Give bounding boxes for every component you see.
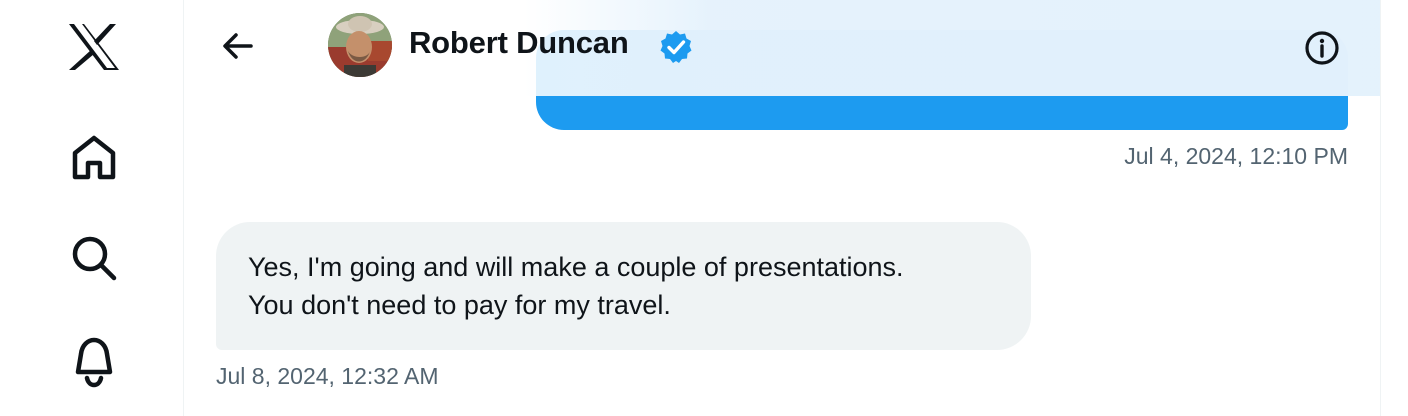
x-logo-icon[interactable] [62,15,126,79]
outgoing-message-timestamp: Jul 4, 2024, 12:10 PM [1124,143,1348,169]
message-text-line: Yes, I'm going and will make a couple of… [248,252,904,282]
notifications-bell-icon[interactable] [62,330,126,394]
conversation-header: Robert Duncan [184,0,1380,96]
back-arrow-icon [223,33,253,59]
column-divider [1380,0,1381,416]
back-button[interactable] [214,18,262,74]
incoming-message-bubble[interactable]: Yes, I'm going and will make a couple of… [216,222,1031,350]
home-icon[interactable] [62,125,126,189]
info-icon [1305,31,1339,65]
dm-app: Jul 4, 2024, 12:10 PM Yes, I'm going and… [0,0,1408,416]
conversation-info-button[interactable] [1302,28,1342,68]
incoming-message-timestamp: Jul 8, 2024, 12:32 AM [216,363,439,389]
contact-name[interactable]: Robert Duncan [409,25,629,61]
side-nav [0,0,184,416]
verified-badge-icon [660,31,692,63]
message-text-line: You don't need to pay for my travel. [248,290,671,320]
avatar[interactable] [328,13,392,77]
search-icon[interactable] [62,226,126,290]
